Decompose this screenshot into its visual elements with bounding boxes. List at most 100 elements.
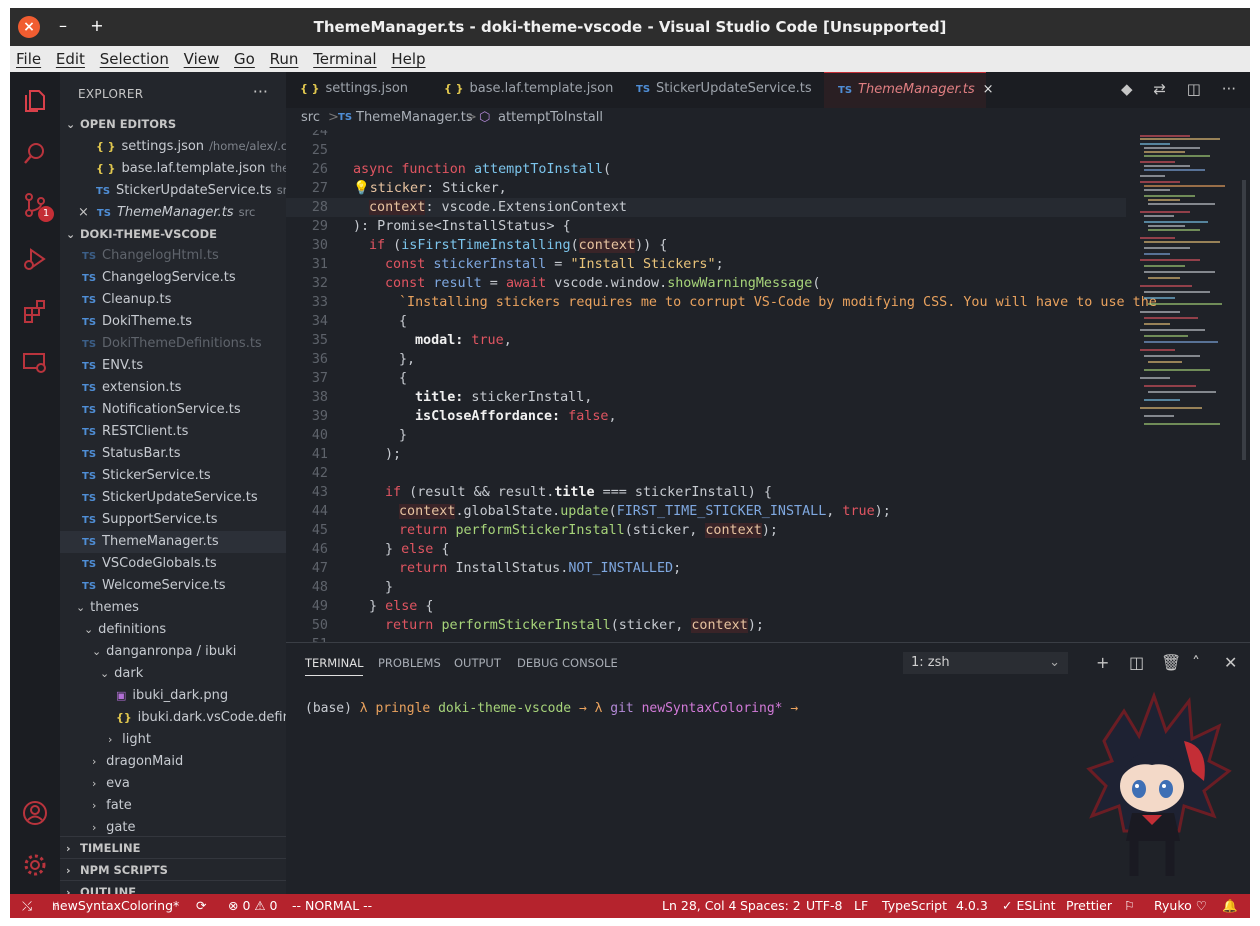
tab-problems[interactable]: PROBLEMS — [378, 656, 441, 670]
open-editor-item[interactable]: TSStickerUpdateService.tssrc — [60, 179, 322, 201]
file-item[interactable]: TS extension.ts — [60, 377, 308, 399]
lightbulb-icon[interactable]: 💡 — [353, 181, 370, 196]
more-actions-icon[interactable]: ··· — [1222, 80, 1236, 98]
code-line: } else { — [385, 542, 450, 557]
file-item[interactable]: TS NotificationService.ts — [60, 399, 308, 421]
file-item[interactable]: TS DokiTheme.ts — [60, 311, 308, 333]
prettier-status[interactable]: Prettier — [1066, 894, 1112, 918]
project-section[interactable]: ⌄ DOKI-THEME-VSCODE — [60, 223, 292, 245]
file-item[interactable]: TS RESTClient.ts — [60, 421, 308, 443]
remote-explorer-icon[interactable] — [22, 350, 48, 376]
cursor-position[interactable]: Ln 28, Col 4 — [662, 894, 737, 918]
explorer-sidebar: EXPLORER ··· ⌄ OPEN EDITORS { } settings.… — [60, 72, 312, 899]
file-item[interactable]: TS SupportService.ts — [60, 509, 308, 531]
source-control-icon[interactable]: 1 — [22, 192, 54, 222]
chevron-right-icon: › — [92, 777, 97, 790]
file-item[interactable]: TS StickerUpdateService.ts — [60, 487, 308, 509]
tab-theme-manager[interactable]: TS ThemeManager.ts × — [824, 72, 994, 109]
folder-danganronpa[interactable]: ⌄ danganronpa / ibuki — [60, 641, 318, 663]
menu-file[interactable]: File — [16, 46, 41, 72]
line-number: 27 — [311, 181, 328, 196]
split-terminal-icon[interactable]: ◫ — [1129, 653, 1144, 672]
close-tab-icon[interactable]: × — [983, 82, 994, 97]
extensions-icon[interactable] — [22, 298, 48, 324]
file-item[interactable]: TS StickerService.ts — [60, 465, 308, 487]
menu-edit[interactable]: Edit — [56, 46, 85, 72]
open-editor-item-active[interactable]: × TS ThemeManager.ts src — [60, 201, 304, 223]
terminal-prompt[interactable]: (base) λ pringle doki-theme-vscode → λ g… — [305, 701, 798, 716]
remote-icon[interactable]: ⤯ — [22, 894, 32, 918]
end-of-line[interactable]: LF — [854, 894, 868, 918]
menu-help[interactable]: Help — [391, 46, 425, 72]
open-editor-item[interactable]: { }base.laf.template.jsonthe... — [60, 157, 322, 179]
folder-definitions[interactable]: ⌄ definitions — [60, 619, 310, 641]
kill-terminal-icon[interactable]: 🗑 — [1161, 653, 1181, 672]
split-editor-icon[interactable]: ◫ — [1187, 80, 1201, 98]
file-item[interactable]: TS ChangelogHtml.ts — [60, 245, 308, 267]
typescript-file-icon: TS — [82, 449, 97, 460]
tab-base-laf-template[interactable]: { } base.laf.template.json — [430, 72, 624, 108]
typescript-version[interactable]: 4.0.3 — [956, 894, 988, 918]
open-editor-item[interactable]: { } settings.json/home/alex/.c... — [60, 135, 322, 157]
folder-item[interactable]: › dragonMaid — [60, 751, 318, 773]
open-changes-icon[interactable]: ⇄ — [1153, 80, 1166, 98]
menu-go[interactable]: Go — [234, 46, 255, 72]
file-item[interactable]: TS ENV.ts — [60, 355, 308, 377]
timeline-section[interactable]: › TIMELINE — [60, 836, 292, 859]
language-mode[interactable]: TypeScript — [882, 894, 947, 918]
folder-item[interactable]: › fate — [60, 795, 318, 817]
problems-status[interactable]: ⊗ 0 ⚠ 0 — [228, 894, 278, 918]
account-icon[interactable] — [22, 800, 48, 826]
file-item[interactable]: TS VSCodeGlobals.ts — [60, 553, 308, 575]
file-item[interactable]: TS WelcomeService.ts — [60, 575, 308, 597]
tab-settings-json[interactable]: { } settings.json — [286, 72, 420, 108]
tab-sticker-update-service[interactable]: TS StickerUpdateService.ts — [622, 72, 826, 108]
breadcrumb-symbol[interactable]: attemptToInstall — [498, 110, 603, 126]
file-item[interactable]: TS ChangelogService.ts — [60, 267, 308, 289]
minimap[interactable] — [1130, 130, 1250, 642]
indentation[interactable]: Spaces: 2 — [740, 894, 801, 918]
live-share-icon[interactable]: ⚐ — [1124, 894, 1135, 918]
open-editors-section[interactable]: ⌄ OPEN EDITORS — [60, 113, 292, 135]
theme-status[interactable]: Ryuko ♡ — [1154, 894, 1207, 918]
folder-name: dark — [114, 666, 144, 681]
menu-selection[interactable]: Selection — [100, 46, 169, 72]
file-item[interactable]: TS DokiThemeDefinitions.ts — [60, 333, 308, 355]
folder-item[interactable]: › eva — [60, 773, 318, 795]
terminal-select[interactable]: 1: zsh ⌄ — [903, 652, 1068, 674]
run-debug-icon[interactable] — [22, 246, 48, 272]
breadcrumb-folder[interactable]: src — [301, 110, 320, 126]
file-item[interactable]: TS StatusBar.ts — [60, 443, 308, 465]
git-compare-icon[interactable]: ◆ — [1121, 80, 1133, 98]
menu-run[interactable]: Run — [270, 46, 299, 72]
eslint-status[interactable]: ✓ ESLint — [1002, 894, 1056, 918]
explorer-icon[interactable] — [22, 88, 48, 114]
code-line: context: vscode.ExtensionContext — [369, 200, 627, 215]
close-icon[interactable]: × — [78, 205, 89, 220]
close-panel-icon[interactable]: ✕ — [1224, 653, 1237, 672]
line-number: 35 — [311, 333, 328, 348]
settings-gear-icon[interactable] — [22, 852, 48, 878]
typescript-file-icon: TS — [82, 273, 97, 284]
notifications-bell-icon[interactable]: 🔔 — [1222, 894, 1238, 918]
breadcrumb-file[interactable]: ThemeManager.ts — [356, 110, 473, 126]
tab-debug-console[interactable]: DEBUG CONSOLE — [517, 656, 618, 670]
typescript-file-icon: TS — [82, 581, 97, 592]
encoding[interactable]: UTF-8 — [806, 894, 842, 918]
search-icon[interactable] — [22, 140, 48, 166]
new-terminal-icon[interactable]: + — [1096, 653, 1109, 672]
more-actions-icon[interactable]: ··· — [253, 82, 268, 101]
code-editor[interactable]: 24 25 26 27 28 29 30 31 32 33 34 35 36 3… — [286, 130, 1250, 642]
sync-icon[interactable]: ⟳ — [196, 894, 206, 918]
folder-themes[interactable]: ⌄ themes — [60, 597, 302, 619]
file-item[interactable]: TS Cleanup.ts — [60, 289, 308, 311]
maximize-panel-icon[interactable]: ˄ — [1192, 653, 1200, 672]
terminal-select-value: 1: zsh — [911, 655, 950, 670]
npm-scripts-section[interactable]: › NPM SCRIPTS — [60, 858, 292, 881]
file-item-selected[interactable]: TS ThemeManager.ts — [60, 531, 308, 553]
menu-terminal[interactable]: Terminal — [313, 46, 376, 72]
menu-view[interactable]: View — [184, 46, 220, 72]
typescript-file-icon: TS — [82, 471, 97, 482]
tab-terminal[interactable]: TERMINAL — [305, 656, 364, 676]
tab-output[interactable]: OUTPUT — [454, 656, 501, 670]
